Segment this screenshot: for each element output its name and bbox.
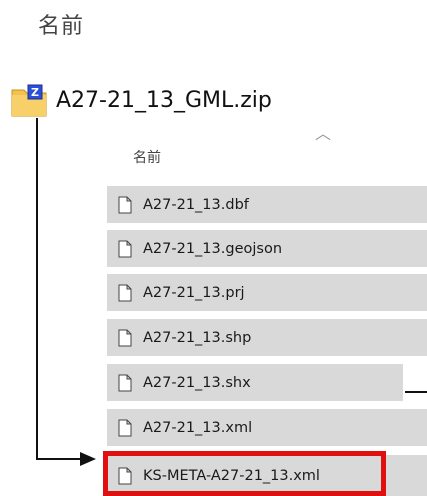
document-icon: [118, 240, 132, 257]
file-name: A27-21_13.dbf: [143, 196, 249, 213]
arrow-head-icon: [80, 452, 96, 466]
file-row-shp[interactable]: A27-21_13.shp: [107, 319, 427, 356]
file-name: A27-21_13.shx: [143, 374, 251, 391]
file-name: A27-21_13.geojson: [143, 240, 283, 257]
highlight-frame: [103, 451, 386, 496]
file-row-geojson[interactable]: A27-21_13.geojson: [107, 230, 427, 267]
zip-file-name: A27-21_13_GML.zip: [56, 87, 272, 113]
file-row-shx[interactable]: A27-21_13.shx: [107, 364, 403, 401]
file-row-prj[interactable]: A27-21_13.prj: [107, 274, 427, 311]
document-icon: [118, 329, 132, 346]
svg-text:Z: Z: [31, 86, 39, 99]
document-icon: [118, 196, 132, 213]
file-list-column-header[interactable]: 名前: [133, 147, 161, 167]
connector-line-vertical: [36, 118, 38, 460]
sort-ascending-icon: ︿: [315, 124, 332, 143]
file-row-xml[interactable]: A27-21_13.xml: [107, 409, 427, 446]
file-row-dbf[interactable]: A27-21_13.dbf: [107, 186, 427, 223]
document-icon: [118, 419, 132, 436]
sort-chevron-icon: ⌃: [330, 0, 348, 11]
document-icon: [118, 284, 132, 301]
file-name: A27-21_13.prj: [143, 284, 245, 301]
file-name: A27-21_13.xml: [143, 419, 253, 436]
file-name: A27-21_13.shp: [143, 329, 252, 346]
document-icon: [118, 374, 132, 391]
annotation-dash: [405, 391, 427, 393]
zip-archive-entry[interactable]: Z A27-21_13_GML.zip: [10, 80, 272, 120]
zip-archive-icon: Z: [10, 82, 48, 118]
name-column-header[interactable]: 名前: [38, 8, 84, 40]
